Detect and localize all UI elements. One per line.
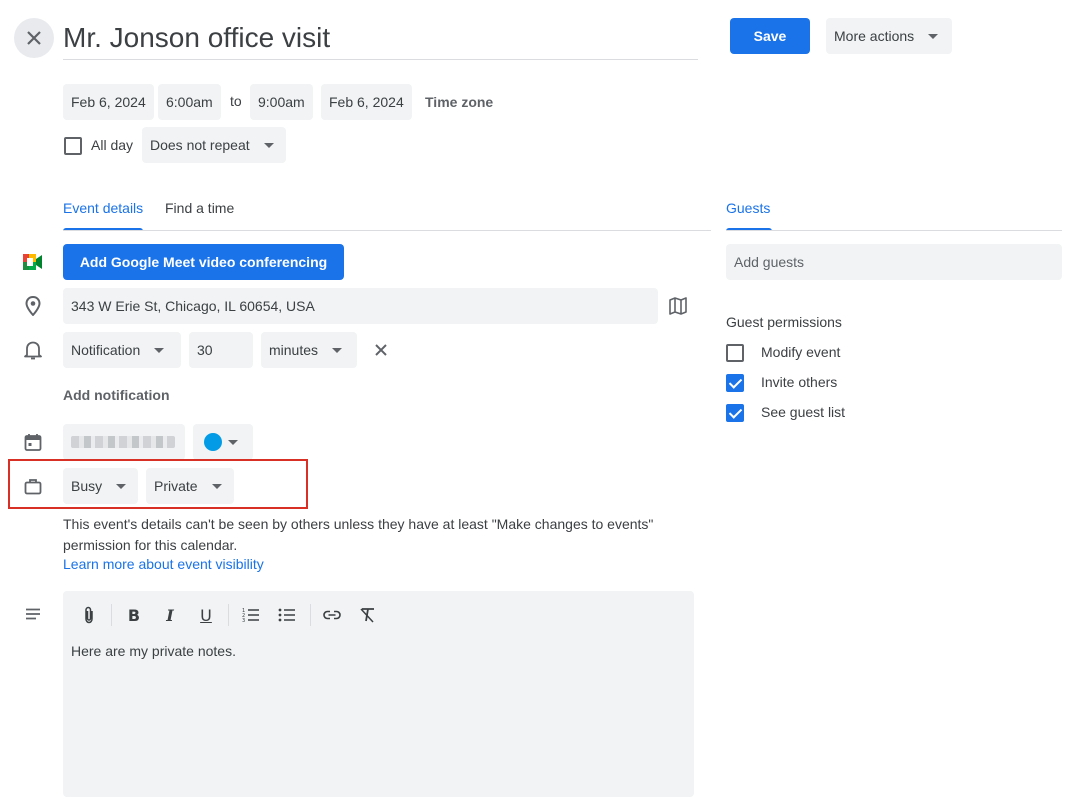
event-title-field[interactable]: Mr. Jonson office visit (63, 18, 698, 60)
google-meet-icon (22, 251, 44, 273)
visibility-note-line1: This event's details can't be seen by ot… (63, 516, 654, 532)
bulleted-list-icon[interactable] (275, 603, 299, 627)
close-icon (27, 31, 41, 45)
end-time-field[interactable]: 9:00am (250, 84, 313, 120)
tab-event-details-label: Event details (63, 200, 144, 216)
notification-amount-input[interactable]: 30 (189, 332, 253, 368)
start-date-field[interactable]: Feb 6, 2024 (63, 84, 154, 120)
tab-event-details[interactable]: Event details (63, 200, 144, 231)
close-button[interactable] (14, 18, 54, 58)
location-input[interactable]: 343 W Erie St, Chicago, IL 60654, USA (63, 288, 658, 324)
repeat-value: Does not repeat (150, 137, 250, 153)
see-guest-list-checkbox[interactable] (726, 404, 744, 422)
notification-type-value: Notification (71, 342, 141, 358)
more-actions-button[interactable]: More actions (826, 18, 952, 54)
end-date-value: Feb 6, 2024 (329, 94, 404, 110)
location-pin-icon (22, 295, 44, 317)
tab-guests[interactable]: Guests (726, 200, 772, 231)
italic-icon[interactable]: I (158, 603, 182, 627)
save-label: Save (753, 28, 787, 44)
event-color-dot (204, 433, 222, 451)
guest-permissions-title: Guest permissions (726, 314, 842, 330)
caret-down-icon (332, 347, 343, 353)
modify-event-label: Modify event (761, 344, 841, 360)
toolbar-divider (228, 604, 229, 626)
tab-find-a-time-label: Find a time (165, 200, 235, 216)
learn-more-link[interactable]: Learn more about event visibility (63, 556, 264, 572)
add-google-meet-button[interactable]: Add Google Meet video conferencing (63, 244, 344, 280)
learn-more-label: Learn more about event visibility (63, 556, 264, 572)
remove-notification-icon[interactable] (370, 339, 392, 361)
svg-text:3: 3 (242, 618, 245, 623)
redacted-calendar-name (71, 436, 175, 448)
caret-down-icon (154, 347, 165, 353)
attachment-icon[interactable] (77, 603, 101, 627)
remove-formatting-icon[interactable] (356, 603, 380, 627)
caret-down-icon (228, 439, 238, 445)
see-guest-list-label: See guest list (761, 404, 846, 420)
modify-event-checkbox[interactable] (726, 344, 744, 362)
numbered-list-icon[interactable]: 123 (239, 603, 263, 627)
repeat-dropdown[interactable]: Does not repeat (142, 127, 286, 163)
invite-others-checkbox[interactable] (726, 374, 744, 392)
toolbar-divider (111, 604, 112, 626)
end-time-value: 9:00am (258, 94, 305, 110)
toolbar-divider (310, 604, 311, 626)
link-icon[interactable] (320, 603, 344, 627)
start-date-value: Feb 6, 2024 (71, 94, 146, 110)
calendar-icon (22, 431, 44, 453)
caret-down-icon (928, 33, 939, 39)
notification-type-dropdown[interactable]: Notification (63, 332, 181, 368)
all-day-checkbox[interactable] (64, 137, 82, 155)
to-label: to (230, 93, 242, 109)
description-icon (22, 603, 44, 625)
start-time-value: 6:00am (166, 94, 213, 110)
event-title: Mr. Jonson office visit (63, 22, 331, 53)
notification-unit-dropdown[interactable]: minutes (261, 332, 357, 368)
tabs-divider (63, 230, 711, 231)
more-actions-label: More actions (834, 28, 915, 44)
description-text: Here are my private notes. (71, 643, 236, 659)
add-google-meet-label: Add Google Meet video conferencing (79, 254, 328, 270)
bold-icon[interactable]: B (122, 603, 146, 627)
guests-divider (726, 230, 1062, 231)
add-notification-label: Add notification (63, 387, 170, 403)
map-icon[interactable] (667, 295, 689, 317)
time-zone-label: Time zone (425, 94, 494, 110)
add-guests-placeholder: Add guests (734, 254, 805, 270)
save-button[interactable]: Save (730, 18, 810, 54)
tab-guests-label: Guests (726, 200, 771, 216)
underline-icon[interactable]: U (194, 603, 218, 627)
all-day-label: All day (91, 137, 134, 153)
tab-find-a-time[interactable]: Find a time (165, 200, 234, 216)
event-color-dropdown[interactable] (193, 424, 253, 460)
invite-others-label: Invite others (761, 374, 838, 390)
add-guests-input[interactable]: Add guests (726, 244, 1062, 280)
bell-icon (22, 339, 44, 361)
start-time-field[interactable]: 6:00am (158, 84, 221, 120)
visibility-note: This event's details can't be seen by ot… (63, 514, 683, 556)
location-value: 343 W Erie St, Chicago, IL 60654, USA (71, 298, 315, 314)
highlight-box (8, 459, 308, 509)
time-zone-link[interactable]: Time zone (425, 94, 493, 110)
caret-down-icon (263, 142, 274, 148)
notification-amount-value: 30 (197, 342, 213, 358)
add-notification-link[interactable]: Add notification (63, 387, 170, 403)
calendar-selector[interactable] (63, 424, 185, 460)
end-date-field[interactable]: Feb 6, 2024 (321, 84, 412, 120)
visibility-note-line2: permission for this calendar. (63, 537, 238, 553)
notification-unit-value: minutes (269, 342, 319, 358)
